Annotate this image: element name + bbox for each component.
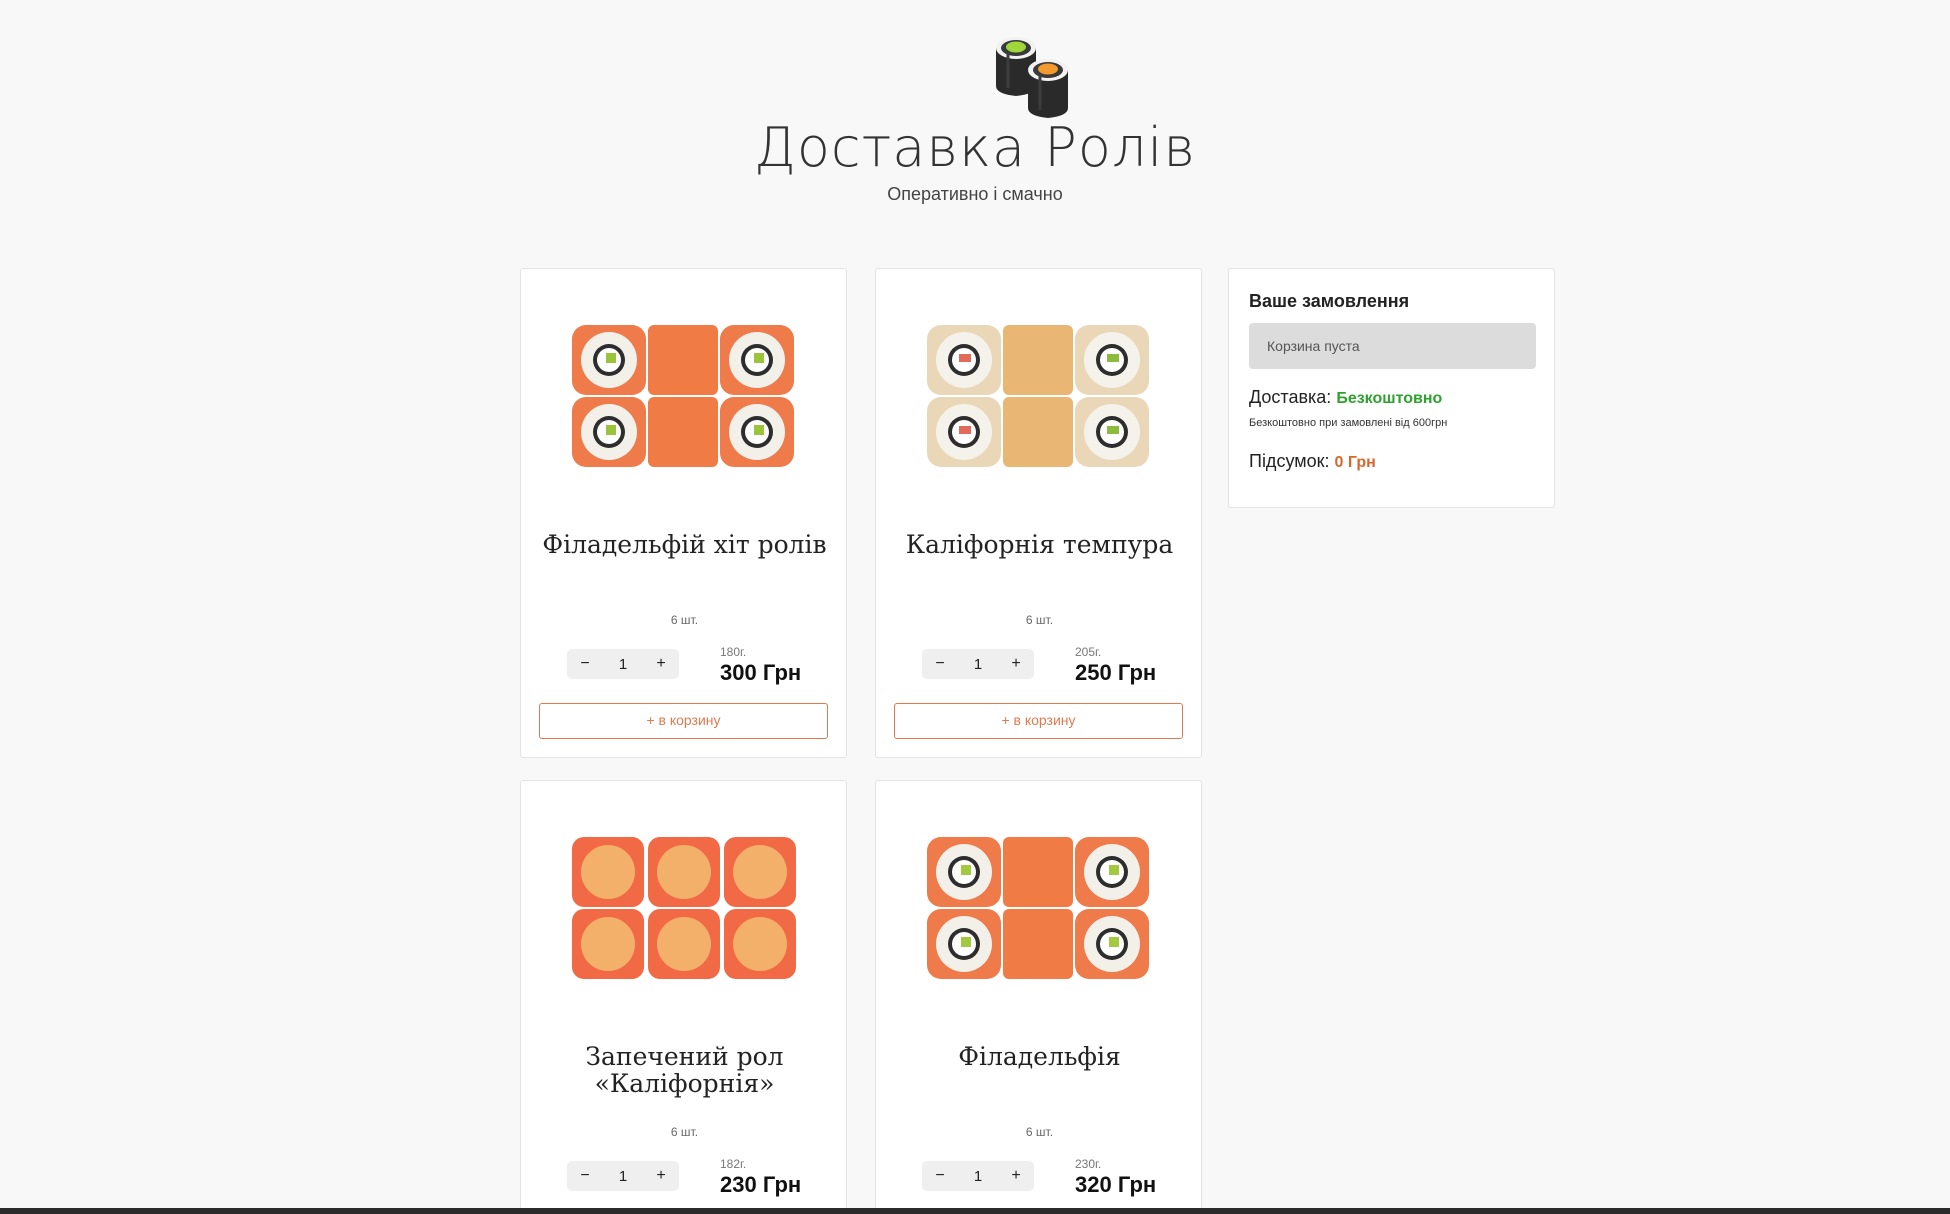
roll-pieces <box>572 837 796 979</box>
product-image <box>572 325 794 467</box>
roll-pieces <box>572 325 794 467</box>
product-image <box>572 837 796 979</box>
quantity-stepper: − 1 + <box>567 649 679 679</box>
product-name: Запечений рол «Каліфорнія» <box>585 1042 784 1098</box>
total-label: Підсумок: <box>1249 451 1330 471</box>
increase-button[interactable]: + <box>643 655 679 673</box>
quantity-value: 1 <box>618 1167 628 1185</box>
roll-pieces <box>927 325 1149 467</box>
increase-button[interactable]: + <box>998 655 1034 673</box>
product-card: Філадельфій хіт ролів 6 шт. − 1 + 180г. … <box>520 268 847 758</box>
delivery-note: Безкоштовно при замовлені від 600грн <box>1249 417 1448 429</box>
product-pieces: 6 шт. <box>670 1125 699 1139</box>
product-weight: 180г. <box>720 645 747 659</box>
window-bottom-edge <box>0 1208 1950 1214</box>
product-weight: 205г. <box>1075 645 1102 659</box>
product-weight: 182г. <box>720 1157 747 1171</box>
site-subtitle: Оперативно і смачно <box>887 184 1063 204</box>
product-weight: 230г. <box>1075 1157 1102 1171</box>
product-name: Каліфорнія темпура <box>905 530 1174 559</box>
quantity-stepper: − 1 + <box>922 1161 1034 1191</box>
product-pieces: 6 шт. <box>670 613 699 627</box>
product-price: 300 Грн <box>720 660 802 685</box>
decrease-button[interactable]: − <box>922 1167 958 1185</box>
product-card: Філадельфія 6 шт. − 1 + 230г. 320 Грн <box>875 780 1202 1214</box>
quantity-value: 1 <box>973 655 983 673</box>
quantity-stepper: − 1 + <box>922 649 1034 679</box>
sushi-rolls-icon <box>996 37 1068 118</box>
delivery-label: Доставка: <box>1249 387 1332 407</box>
order-title: Ваше замовлення <box>1249 291 1410 311</box>
decrease-button[interactable]: − <box>567 1167 603 1185</box>
product-price: 250 Грн <box>1075 660 1157 685</box>
total-row: Підсумок: 0 Грн <box>1249 451 1376 472</box>
add-to-cart-button[interactable]: + в корзину <box>539 703 828 739</box>
product-name: Філадельфій хіт ролів <box>542 530 827 559</box>
roll-pieces <box>927 837 1149 979</box>
total-value: 0 Грн <box>1334 454 1376 471</box>
quantity-value: 1 <box>618 655 628 673</box>
product-pieces: 6 шт. <box>1025 613 1054 627</box>
product-price: 230 Грн <box>720 1172 802 1197</box>
delivery-row: Доставка: Безкоштовно <box>1249 387 1442 408</box>
product-name: Філадельфія <box>958 1042 1121 1071</box>
add-to-cart-button[interactable]: + в корзину <box>894 703 1183 739</box>
cart-empty-message: Корзина пуста <box>1249 323 1536 369</box>
product-image <box>927 837 1149 979</box>
delivery-value: Безкоштовно <box>1336 390 1443 407</box>
product-image <box>927 325 1149 467</box>
page: Доставка Ролів Оперативно і смачно Філад… <box>0 0 1950 1214</box>
product-pieces: 6 шт. <box>1025 1125 1054 1139</box>
product-card: Каліфорнія темпура 6 шт. − 1 + 205г. 250… <box>875 268 1202 758</box>
order-panel: Ваше замовлення Корзина пуста Доставка: … <box>1228 268 1555 508</box>
quantity-stepper: − 1 + <box>567 1161 679 1191</box>
product-card: Запечений рол «Каліфорнія» 6 шт. − 1 + 1… <box>520 780 847 1214</box>
site-title: Доставка Ролів <box>753 116 1197 179</box>
increase-button[interactable]: + <box>643 1167 679 1185</box>
decrease-button[interactable]: − <box>922 655 958 673</box>
quantity-value: 1 <box>973 1167 983 1185</box>
increase-button[interactable]: + <box>998 1167 1034 1185</box>
product-price: 320 Грн <box>1075 1172 1157 1197</box>
decrease-button[interactable]: − <box>567 655 603 673</box>
